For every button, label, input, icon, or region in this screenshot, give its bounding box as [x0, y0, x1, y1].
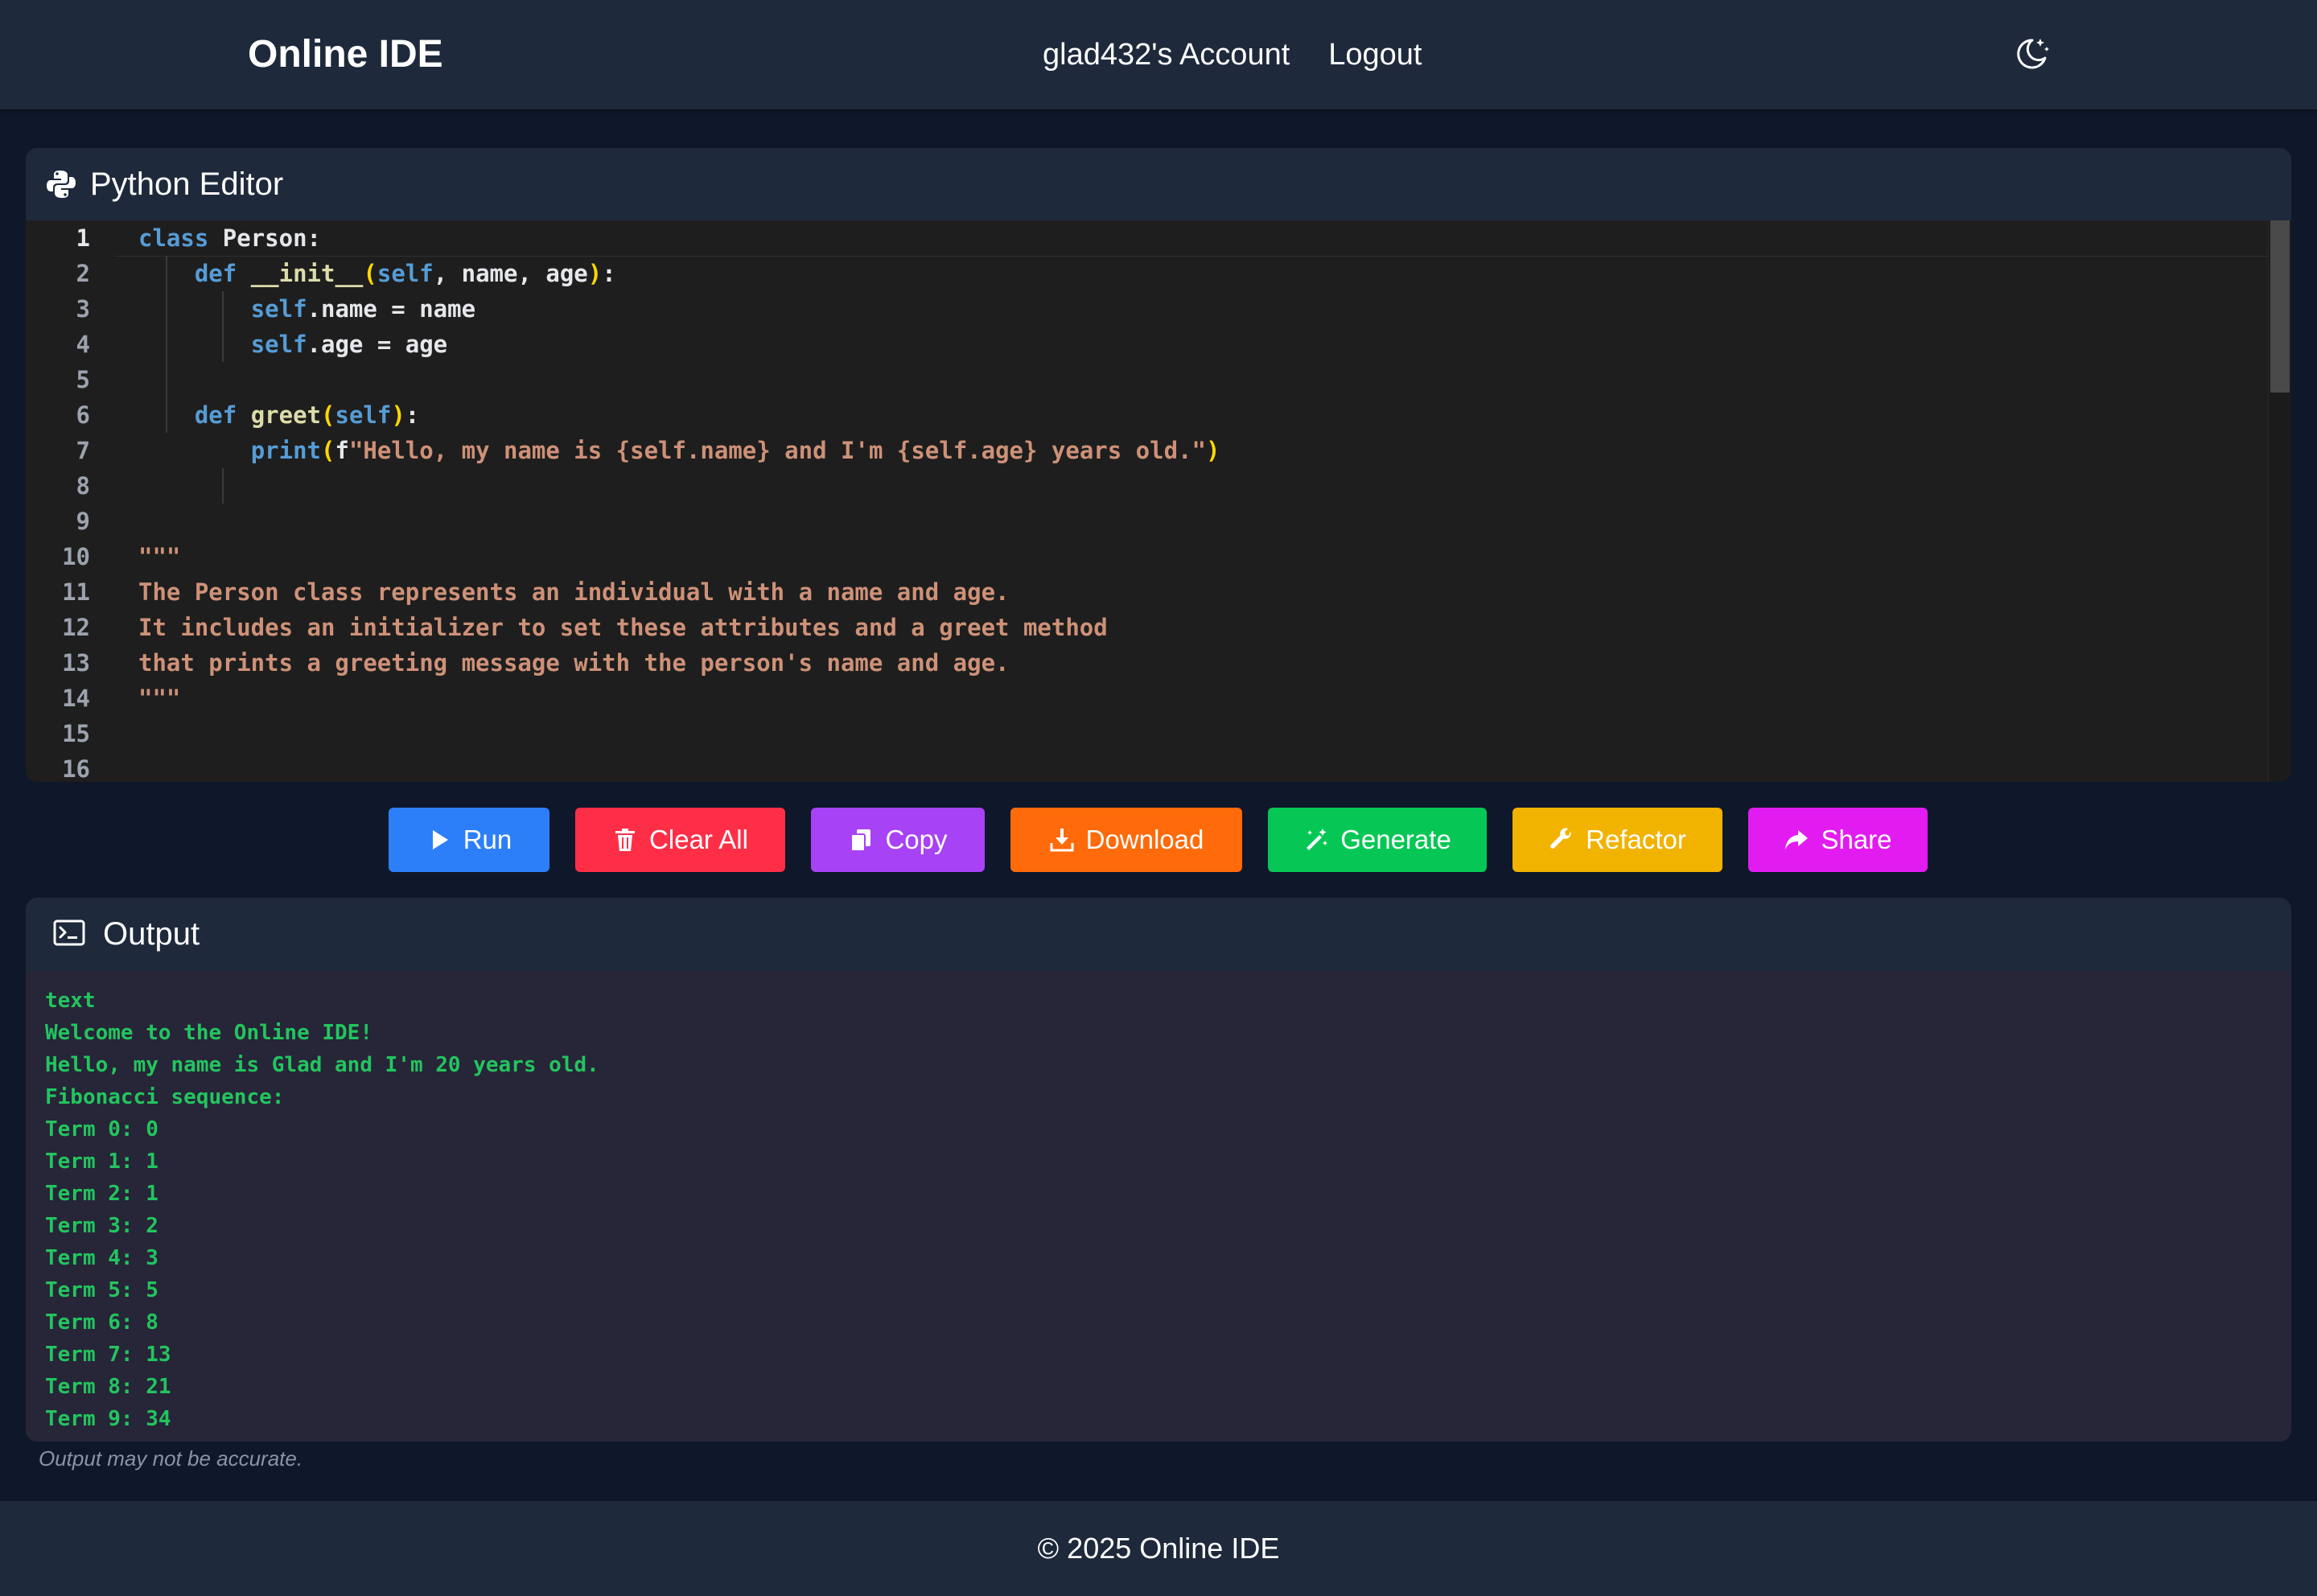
- output-title: Output: [103, 916, 200, 952]
- python-icon: [47, 171, 76, 198]
- code-line: """: [138, 685, 181, 712]
- output-header: Output: [26, 898, 2291, 970]
- share-icon: [1785, 830, 1809, 849]
- line-number: 16: [62, 755, 90, 782]
- nav-links: glad432's Account Logout: [1043, 29, 1422, 80]
- share-button[interactable]: Share: [1748, 808, 1928, 872]
- refactor-button[interactable]: Refactor: [1512, 808, 1722, 872]
- trash-icon: [615, 829, 636, 851]
- output-line: Term 0: 0: [45, 1117, 158, 1141]
- brand-title[interactable]: Online IDE: [248, 29, 443, 80]
- code-line: class Person:: [138, 224, 321, 252]
- line-number: 14: [62, 685, 90, 712]
- output-console: text Welcome to the Online IDE! Hello, m…: [26, 970, 2291, 1442]
- generate-button[interactable]: Generate: [1268, 808, 1487, 872]
- run-button[interactable]: Run: [389, 808, 549, 872]
- line-number: 6: [76, 401, 90, 429]
- output-line: Hello, my name is Glad and I'm 20 years …: [45, 1053, 599, 1077]
- code-line: self.name = name: [250, 295, 476, 323]
- line-number: 3: [76, 295, 90, 323]
- indent-guide: [222, 468, 224, 504]
- line-number: 9: [76, 508, 90, 535]
- code-line: self.age = age: [250, 331, 448, 358]
- code-line: It includes an initializer to set these …: [138, 614, 1108, 641]
- line-number: 5: [76, 366, 90, 393]
- output-disclaimer: Output may not be accurate.: [39, 1446, 303, 1471]
- output-line: Term 1: 1: [45, 1150, 158, 1174]
- editor-scrollbar[interactable]: [2268, 220, 2291, 782]
- line-number: 1: [76, 224, 90, 252]
- share-button-label: Share: [1821, 825, 1892, 854]
- clear-all-button[interactable]: Clear All: [575, 808, 785, 872]
- top-navbar: Online IDE glad432's Account Logout: [0, 0, 2317, 109]
- output-line: Term 2: 1: [45, 1182, 158, 1206]
- output-line: Term 7: 13: [45, 1343, 171, 1367]
- output-line: Welcome to the Online IDE!: [45, 1021, 372, 1045]
- footer: © 2025 Online IDE: [0, 1501, 2317, 1596]
- wrench-icon: [1550, 828, 1571, 849]
- output-line: Term 3: 2: [45, 1214, 158, 1238]
- line-number-gutter: 1 2 3 4 5 6 7 8 9 10 11 12 13 14 15 16: [26, 220, 114, 782]
- editor-panel: Python Editor 1 2 3 4 5 6 7 8 9 10 11 12…: [26, 148, 2291, 782]
- copy-button[interactable]: Copy: [811, 808, 985, 872]
- output-line: Term 8: 21: [45, 1375, 171, 1399]
- active-line-highlight: [114, 220, 2291, 257]
- code-line: def greet(self):: [194, 401, 420, 429]
- line-number: 2: [76, 260, 90, 287]
- copy-button-label: Copy: [885, 825, 948, 854]
- copy-icon: [850, 829, 871, 852]
- output-line: Fibonacci sequence:: [45, 1085, 285, 1109]
- code-editor[interactable]: 1 2 3 4 5 6 7 8 9 10 11 12 13 14 15 16 c…: [26, 220, 2291, 782]
- refactor-button-label: Refactor: [1586, 825, 1686, 854]
- output-line: text: [45, 989, 96, 1013]
- account-link[interactable]: glad432's Account: [1043, 29, 1290, 80]
- editor-title: Python Editor: [90, 167, 284, 202]
- line-number: 7: [76, 437, 90, 464]
- download-icon: [1050, 829, 1074, 852]
- line-number: 11: [62, 578, 90, 606]
- line-number: 12: [62, 614, 90, 641]
- output-panel: Output text Welcome to the Online IDE! H…: [26, 898, 2291, 1442]
- footer-copyright: © 2025 Online IDE: [1037, 1532, 1280, 1565]
- terminal-icon: [53, 919, 85, 946]
- moon-stars-icon: [2017, 39, 2049, 69]
- output-line: Term 6: 8: [45, 1310, 158, 1335]
- clear-all-button-label: Clear All: [649, 825, 748, 854]
- output-line: Term 9: 34: [45, 1407, 171, 1431]
- line-number: 10: [62, 543, 90, 570]
- logout-link[interactable]: Logout: [1328, 29, 1422, 80]
- download-button[interactable]: Download: [1010, 808, 1242, 872]
- code-line: print(f"Hello, my name is {self.name} an…: [250, 437, 1220, 464]
- download-button-label: Download: [1085, 825, 1204, 854]
- theme-toggle-button[interactable]: [2011, 34, 2052, 74]
- play-icon: [432, 830, 448, 849]
- editor-header: Python Editor: [26, 148, 2291, 220]
- output-line: Term 4: 3: [45, 1246, 158, 1270]
- line-number: 8: [76, 472, 90, 500]
- line-number: 13: [62, 649, 90, 677]
- editor-scrollbar-thumb[interactable]: [2270, 220, 2290, 393]
- magic-wand-icon: [1307, 829, 1328, 850]
- output-line: Term 5: 5: [45, 1278, 158, 1302]
- run-button-label: Run: [463, 825, 512, 854]
- code-line: """: [138, 543, 181, 570]
- line-number: 15: [62, 720, 90, 747]
- code-line: that prints a greeting message with the …: [138, 649, 1010, 677]
- code-line: The Person class represents an individua…: [138, 578, 1010, 606]
- line-number: 4: [76, 331, 90, 358]
- code-line: def __init__(self, name, age):: [194, 260, 616, 287]
- generate-button-label: Generate: [1340, 825, 1451, 854]
